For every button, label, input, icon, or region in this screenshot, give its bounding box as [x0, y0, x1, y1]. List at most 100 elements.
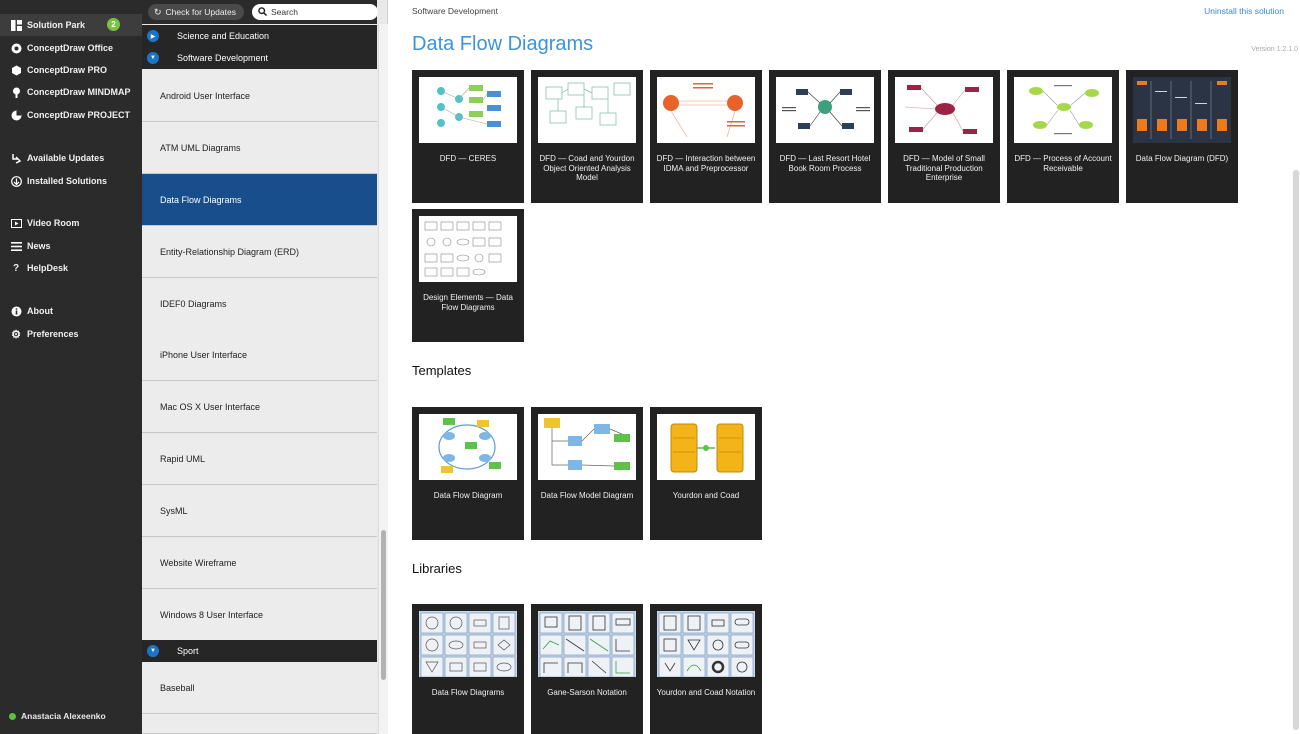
example-label: DFD — Last Resort Hotel Book Room Proces…: [779, 154, 871, 173]
template-label: Data Flow Diagram: [433, 491, 503, 500]
solution-item-selected[interactable]: Data Flow Diagrams: [142, 174, 377, 226]
pro-icon: [10, 64, 22, 76]
example-tile[interactable]: DFD — Interaction between IDMA and Prepr…: [650, 70, 762, 203]
nav-preferences[interactable]: ⚙ Preferences: [0, 323, 142, 345]
nav-label: News: [27, 241, 51, 251]
nav-solution-park[interactable]: Solution Park 2: [0, 14, 142, 36]
solution-label: IDEF0 Diagrams: [160, 298, 227, 309]
library-tile[interactable]: Yourdon and Coad Notation: [650, 604, 762, 734]
template-thumbnail: [657, 414, 755, 480]
library-label: Gane-Sarson Notation: [547, 688, 627, 697]
category-label: Software Development: [177, 53, 269, 63]
chevron-down-icon: ▼: [147, 52, 159, 64]
solution-label: iPhone User Interface: [160, 349, 248, 360]
category-software-development[interactable]: ▼ Software Development: [142, 47, 377, 69]
nav-label: ConceptDraw PRO: [27, 65, 108, 75]
template-tile[interactable]: Data Flow Diagram: [412, 407, 524, 540]
nav-conceptdraw-office[interactable]: ConceptDraw Office: [0, 37, 142, 59]
uninstall-link[interactable]: Uninstall this solution: [1204, 6, 1284, 16]
nav-label: Preferences: [27, 329, 79, 339]
solution-label: Data Flow Diagrams: [160, 194, 242, 205]
solution-item[interactable]: Android User Interface: [142, 70, 377, 122]
nav-conceptdraw-project[interactable]: ConceptDraw PROJECT: [0, 104, 142, 126]
example-tile[interactable]: DFD — Process of Account Receivable: [1007, 70, 1119, 203]
main-scrollbar[interactable]: [1292, 170, 1300, 730]
solution-item[interactable]: iPhone User Interface: [142, 329, 377, 381]
search-icon: [258, 6, 268, 18]
solution-label: Website Wireframe: [160, 557, 237, 568]
solution-item[interactable]: ATM UML Diagrams: [142, 122, 377, 174]
example-label: DFD — Process of Account Receivable: [1014, 154, 1112, 173]
nav-label: ConceptDraw PROJECT: [27, 110, 131, 120]
nav-about[interactable]: About: [0, 300, 142, 322]
nav-installed-solutions[interactable]: Installed Solutions: [0, 170, 142, 192]
solution-label: Windows 8 User Interface: [160, 609, 264, 620]
grid-icon: [10, 19, 22, 31]
nav-conceptdraw-mindmap[interactable]: ConceptDraw MINDMAP: [0, 81, 142, 103]
library-thumbnail: [419, 611, 517, 677]
example-tile[interactable]: DFD — Model of Small Traditional Product…: [888, 70, 1000, 203]
solution-item[interactable]: Rapid UML: [142, 433, 377, 485]
check-updates-button[interactable]: ↻ Check for Updates: [148, 4, 244, 20]
search-input[interactable]: Search: [252, 4, 378, 20]
template-tile[interactable]: Yourdon and Coad: [650, 407, 762, 540]
library-tile[interactable]: Gane-Sarson Notation: [531, 604, 643, 734]
list-toolbar: ↻ Check for Updates Search: [142, 0, 378, 24]
breadcrumb[interactable]: Software Development: [412, 6, 498, 16]
solution-item[interactable]: Entity-Relationship Diagram (ERD): [142, 226, 377, 278]
user-name: Anastacia Alexeenko: [21, 711, 106, 721]
version-label: Version 1.2.1.0: [1251, 46, 1298, 53]
template-thumbnail: [419, 414, 517, 480]
category-label: Sport: [177, 646, 199, 656]
category-sport[interactable]: ▼ Sport: [142, 640, 377, 662]
solution-item[interactable]: SysML: [142, 485, 377, 537]
list-scrollbar[interactable]: [378, 24, 388, 734]
example-tile[interactable]: DFD — Last Resort Hotel Book Room Proces…: [769, 70, 881, 203]
online-status-icon: [9, 712, 16, 720]
solution-item[interactable]: Mac OS X User Interface: [142, 381, 377, 433]
library-label: Yourdon and Coad Notation: [656, 688, 756, 697]
example-label: DFD — Coad and Yourdon Object Oriented A…: [539, 154, 635, 182]
example-thumbnail: [657, 77, 755, 143]
nav-conceptdraw-pro[interactable]: ConceptDraw PRO: [0, 59, 142, 81]
template-label: Yourdon and Coad: [672, 491, 740, 500]
left-nav: Solution Park 2 ConceptDraw Office Conce…: [0, 0, 142, 734]
template-thumbnail: [538, 414, 636, 480]
nav-helpdesk[interactable]: ? HelpDesk: [0, 257, 142, 279]
solution-item[interactable]: Website Wireframe: [142, 537, 377, 589]
mindmap-icon: [10, 86, 22, 98]
nav-available-updates[interactable]: Available Updates: [0, 147, 142, 169]
templates-heading: Templates: [412, 363, 472, 378]
info-icon: [10, 305, 22, 317]
category-science-and-education[interactable]: ▶ Science and Education: [142, 25, 377, 47]
project-icon: [10, 109, 22, 121]
solution-label: Android User Interface: [160, 90, 251, 101]
example-thumbnail: [538, 77, 636, 143]
list-scrollbar-thumb[interactable]: [381, 530, 386, 680]
user-status[interactable]: Anastacia Alexeenko: [9, 711, 106, 721]
nav-label: Installed Solutions: [27, 176, 108, 186]
example-label: Design Elements — Data Flow Diagrams: [423, 293, 513, 312]
example-tile[interactable]: DFD — CERES: [412, 70, 524, 203]
example-label: DFD — CERES: [439, 154, 497, 163]
library-thumbnail: [538, 611, 636, 677]
category-label: Science and Education: [177, 31, 270, 41]
example-thumbnail: [895, 77, 993, 143]
solution-item[interactable]: Windows 8 User Interface: [142, 589, 377, 641]
main-scrollbar-thumb[interactable]: [1293, 170, 1299, 730]
example-tile[interactable]: DFD — Coad and Yourdon Object Oriented A…: [531, 70, 643, 203]
library-tile[interactable]: Data Flow Diagrams: [412, 604, 524, 734]
solution-item[interactable]: Baseball: [142, 662, 377, 714]
video-icon: [10, 217, 22, 229]
nav-video-room[interactable]: Video Room: [0, 212, 142, 234]
check-updates-label: Check for Updates: [165, 7, 236, 17]
example-tile[interactable]: Data Flow Diagram (DFD): [1126, 70, 1238, 203]
nav-news[interactable]: News: [0, 235, 142, 257]
solution-item[interactable]: [142, 714, 377, 734]
template-tile[interactable]: Data Flow Model Diagram: [531, 407, 643, 540]
solution-label: Baseball: [160, 682, 195, 693]
example-tile[interactable]: Design Elements — Data Flow Diagrams: [412, 209, 524, 342]
office-icon: [10, 42, 22, 54]
solution-item[interactable]: IDEF0 Diagrams: [142, 278, 377, 330]
example-thumbnail: [776, 77, 874, 143]
